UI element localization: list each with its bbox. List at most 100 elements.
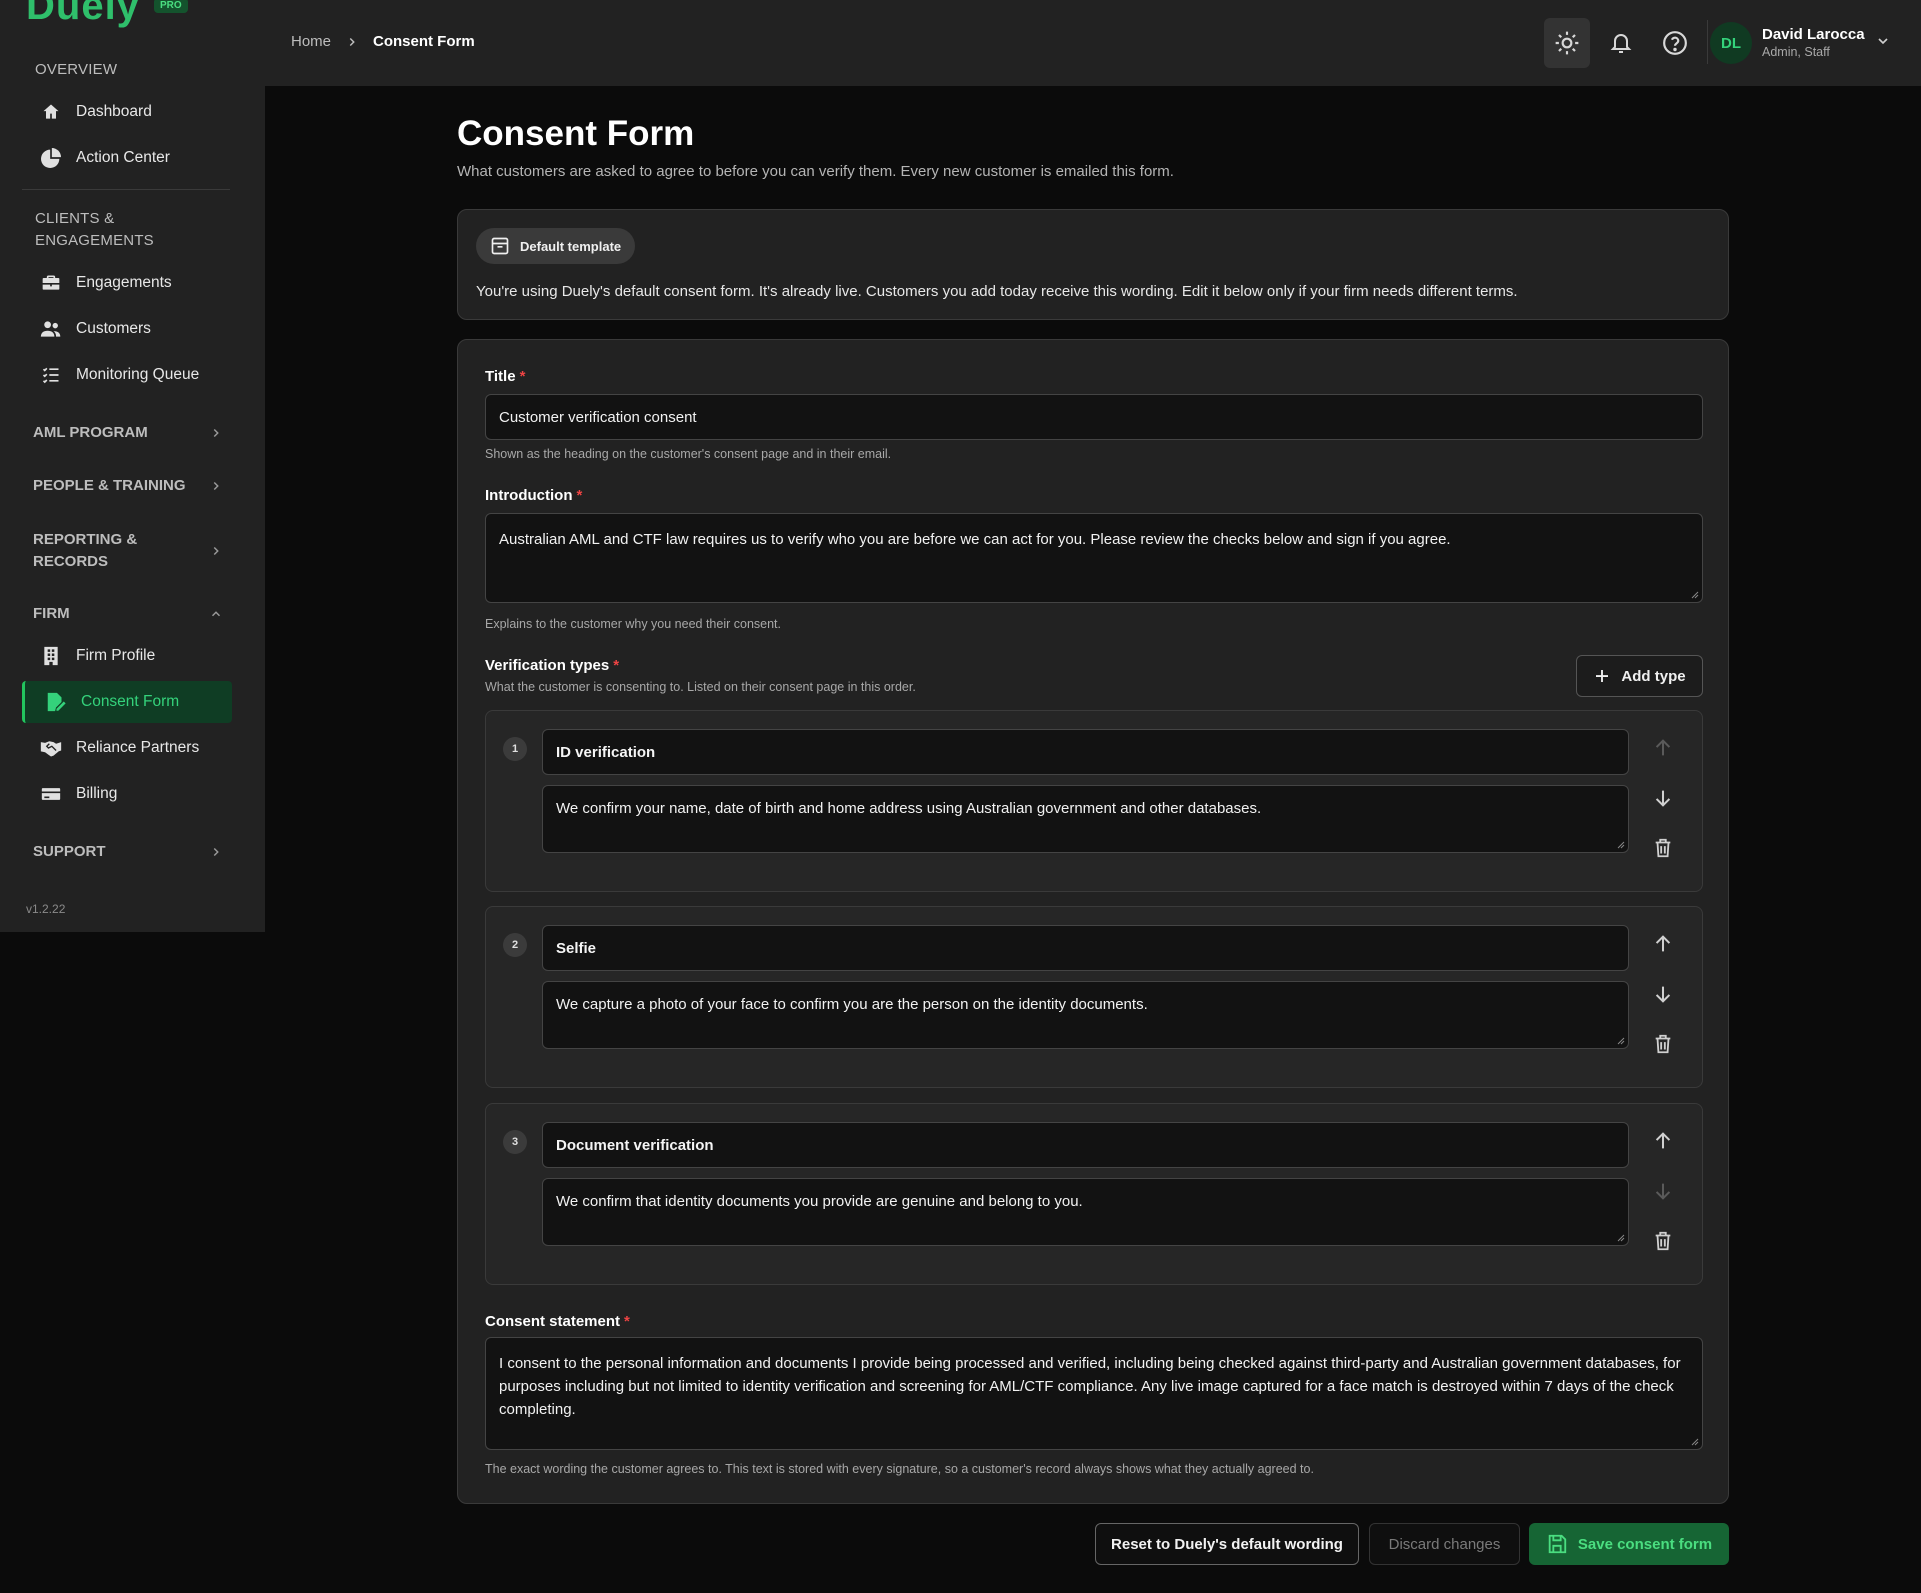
verification-type-name: Selfie (556, 939, 597, 957)
breadcrumb-home-link[interactable]: Home (291, 33, 331, 50)
verification-type-name-input[interactable]: ID verification (542, 729, 1629, 775)
chevron-right-icon (213, 546, 219, 556)
sidebar-item-label: Dashboard (76, 103, 152, 120)
sun-icon (1555, 31, 1579, 55)
brand-logo[interactable]: Duely PRO (26, 0, 188, 26)
verification-type-description-textarea[interactable]: We confirm that identity documents you p… (542, 1178, 1629, 1246)
app-version: v1.2.22 (26, 902, 66, 916)
chevron-right-icon (213, 481, 219, 491)
help-circle-icon (1663, 31, 1687, 55)
sidebar-item-label: Monitoring Queue (76, 366, 200, 383)
sidebar-item-label: Action Center (76, 149, 170, 166)
sidebar-item-dashboard[interactable]: Dashboard (22, 91, 232, 133)
section-toggle-people-training[interactable]: PEOPLE & TRAINING (33, 475, 223, 497)
bell-icon (1610, 34, 1632, 53)
move-up-button[interactable] (1649, 1127, 1677, 1155)
required-mark: * (624, 1313, 630, 1330)
verification-type-description-textarea[interactable]: We capture a photo of your face to confi… (542, 981, 1629, 1049)
theme-toggle-button[interactable] (1544, 18, 1590, 68)
pro-badge: PRO (153, 0, 188, 13)
chevron-right-icon (213, 847, 219, 857)
section-toggle-firm[interactable]: FIRM (33, 603, 223, 625)
sidebar-item-customers[interactable]: Customers (22, 308, 232, 350)
verification-type-name-input[interactable]: Selfie (542, 925, 1629, 971)
resize-handle-icon[interactable] (1691, 1438, 1699, 1446)
section-label: SUPPORT (33, 843, 106, 860)
user-role: Admin, Staff (1762, 45, 1830, 59)
move-up-button[interactable] (1649, 734, 1677, 762)
template-banner-text: You're using Duely's default consent for… (476, 283, 1518, 300)
save-button-label: Save consent form (1577, 1535, 1713, 1553)
verification-type-name: Document verification (556, 1136, 714, 1154)
reset-default-wording-button[interactable]: Reset to Duely's default wording (1095, 1523, 1359, 1565)
introduction-textarea[interactable]: Australian AML and CTF law requires us t… (485, 513, 1703, 603)
arrow-up-icon (1655, 1132, 1671, 1149)
arrow-down-icon (1655, 790, 1671, 807)
section-toggle-support[interactable]: SUPPORT (33, 841, 223, 863)
notifications-button[interactable] (1598, 18, 1644, 68)
archive-icon (491, 237, 509, 255)
sidebar-item-label: Billing (76, 785, 118, 802)
sidebar-item-engagements[interactable]: Engagements (22, 262, 232, 304)
verification-type-description: We confirm that identity documents you p… (556, 1193, 1083, 1210)
sidebar-item-label: Firm Profile (76, 647, 156, 664)
add-type-button[interactable]: Add type (1576, 655, 1703, 697)
sidebar-item-consent-form[interactable]: Consent Form (22, 681, 232, 723)
save-consent-form-button[interactable]: Save consent form (1529, 1523, 1729, 1565)
consent-statement-help-text: The exact wording the customer agrees to… (485, 1462, 1314, 1476)
arrow-up-icon (1655, 739, 1671, 756)
breadcrumb-current: Consent Form (373, 33, 475, 50)
label-text: Introduction (485, 487, 573, 504)
title-input[interactable]: Customer verification consent (485, 394, 1703, 440)
sidebar-item-label: Consent Form (81, 693, 180, 710)
verification-type-name-input[interactable]: Document verification (542, 1122, 1629, 1168)
arrow-up-icon (1655, 935, 1671, 952)
discard-changes-button[interactable]: Discard changes (1369, 1523, 1520, 1565)
section-title-overview: OVERVIEW (35, 61, 118, 78)
breadcrumb: Home Consent Form (291, 33, 475, 50)
move-down-button[interactable] (1649, 1177, 1677, 1205)
chevron-down-icon[interactable] (1875, 33, 1891, 49)
resize-handle-icon[interactable] (1617, 841, 1625, 849)
resize-handle-icon[interactable] (1691, 591, 1699, 599)
credit-card-icon (40, 783, 62, 805)
required-mark: * (576, 487, 583, 504)
sidebar-item-monitoring-queue[interactable]: Monitoring Queue (22, 354, 232, 396)
badge-label: Default template (520, 238, 622, 254)
consent-statement-value: I consent to the personal information an… (499, 1355, 1681, 1418)
sidebar-item-billing[interactable]: Billing (22, 773, 232, 815)
page-subtitle: What customers are asked to agree to bef… (457, 163, 1174, 180)
verification-type-description: We capture a photo of your face to confi… (556, 996, 1148, 1013)
consent-statement-textarea[interactable]: I consent to the personal information an… (485, 1337, 1703, 1450)
list-check-icon (40, 364, 62, 386)
move-up-button[interactable] (1649, 930, 1677, 958)
sidebar-divider (22, 189, 230, 190)
sidebar-item-label: Reliance Partners (76, 739, 200, 756)
section-label: REPORTING & RECORDS (33, 531, 138, 570)
verification-type-description-textarea[interactable]: We confirm your name, date of birth and … (542, 785, 1629, 853)
default-template-badge: Default template (476, 228, 636, 264)
section-toggle-reporting-records[interactable]: REPORTING & RECORDS (33, 529, 223, 573)
resize-handle-icon[interactable] (1617, 1037, 1625, 1045)
verification-type-name: ID verification (556, 743, 656, 761)
section-toggle-aml-program[interactable]: AML PROGRAM (33, 422, 223, 444)
required-mark: * (613, 657, 620, 674)
trash-icon (1655, 838, 1671, 858)
page-title: Consent Form (457, 114, 695, 153)
delete-type-button[interactable] (1649, 1227, 1677, 1255)
add-type-label: Add type (1621, 667, 1686, 685)
resize-handle-icon[interactable] (1617, 1234, 1625, 1242)
move-down-button[interactable] (1649, 980, 1677, 1008)
logo-text: Duely (26, 0, 140, 28)
avatar[interactable]: DL (1710, 22, 1752, 64)
help-button[interactable] (1652, 18, 1698, 68)
user-name[interactable]: David Larocca (1762, 26, 1865, 43)
delete-type-button[interactable] (1649, 834, 1677, 862)
delete-type-button[interactable] (1649, 1030, 1677, 1058)
move-down-button[interactable] (1649, 784, 1677, 812)
sidebar-item-firm-profile[interactable]: Firm Profile (22, 635, 232, 677)
document-edit-icon (45, 691, 67, 713)
sidebar-item-label: Customers (76, 320, 151, 337)
sidebar-item-action-center[interactable]: Action Center (22, 137, 232, 179)
sidebar-item-reliance-partners[interactable]: Reliance Partners (22, 727, 232, 769)
